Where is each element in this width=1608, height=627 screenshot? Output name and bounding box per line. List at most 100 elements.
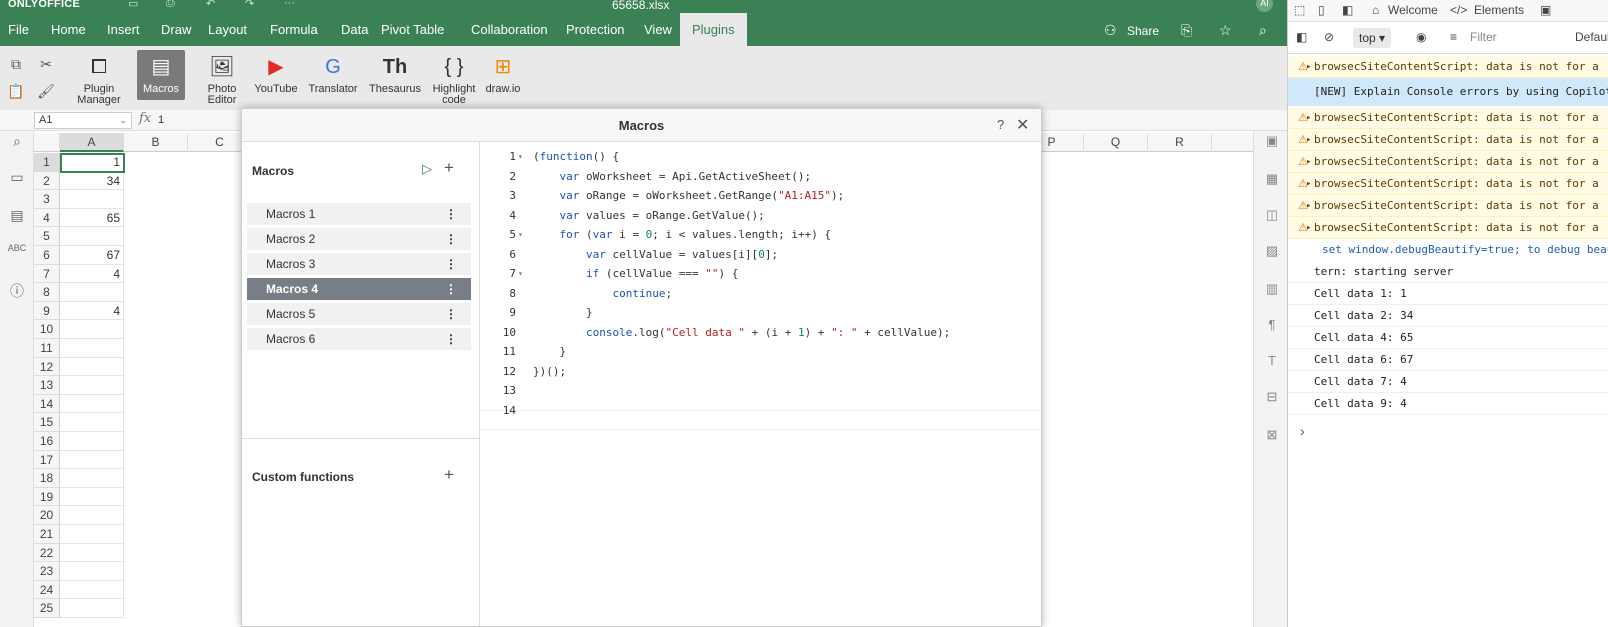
translator-button[interactable]: G Translator — [304, 50, 362, 95]
more-options-icon[interactable]: ⋮ — [445, 278, 457, 300]
cell-a2[interactable]: 34 — [60, 171, 124, 191]
macro-item[interactable]: Macros 6 ⋮ — [247, 328, 471, 350]
cell-a3[interactable] — [60, 190, 124, 209]
row-header[interactable]: 16 — [34, 432, 60, 451]
help-icon[interactable]: ? — [997, 117, 1004, 132]
row-header[interactable]: 22 — [34, 543, 60, 563]
cell-a6[interactable]: 67 — [60, 246, 124, 265]
tab-pivot-table[interactable]: Pivot Table — [381, 13, 444, 46]
more-options-icon[interactable]: ⋮ — [445, 228, 457, 250]
formula-input[interactable]: 1 — [158, 114, 164, 126]
console-log-message[interactable]: Cell data 1: 1 — [1288, 283, 1608, 305]
column-header-q[interactable]: Q — [1084, 133, 1148, 152]
log-levels-select[interactable]: Defaul — [1575, 30, 1608, 44]
console-tip-message[interactable]: set window.debugBeautify=true; to debug … — [1288, 239, 1608, 261]
row-header[interactable]: 25 — [34, 599, 60, 618]
tab-data[interactable]: Data — [341, 13, 368, 46]
format-painter-icon[interactable]: 🖌 — [37, 83, 55, 101]
code-line[interactable]: } — [533, 345, 566, 358]
code-editor[interactable]: 1 ▾ (function() {2 var oWorksheet = Api.Ge… — [481, 142, 1041, 626]
console-log-message[interactable]: Cell data 2: 34 — [1288, 305, 1608, 327]
console-warn-message[interactable]: ⚠ ▸ browsecSiteContentScript: data is not … — [1288, 217, 1608, 239]
tab-formula[interactable]: Formula — [270, 13, 318, 46]
cell-a23[interactable] — [60, 562, 124, 581]
row-header[interactable]: 20 — [34, 506, 60, 525]
drawio-button[interactable]: ⊞ draw.io — [484, 50, 522, 95]
console-warn-message[interactable]: ⚠ ▸ browsecSiteContentScript: data is not … — [1288, 173, 1608, 195]
more-options-icon[interactable]: ⋮ — [445, 303, 457, 325]
redo-icon[interactable]: ↷ — [245, 0, 254, 10]
save-icon[interactable]: ▭ — [128, 0, 138, 10]
context-select[interactable]: top ▾ — [1353, 28, 1392, 48]
tab-protection[interactable]: Protection — [566, 13, 625, 46]
text-art-settings-icon[interactable]: T — [1263, 353, 1281, 371]
row-header[interactable]: 18 — [34, 469, 60, 488]
row-header[interactable]: 8 — [34, 283, 60, 302]
add-macro-icon[interactable]: + — [444, 158, 454, 178]
expand-arrow-icon[interactable]: ▸ — [1306, 151, 1311, 172]
macro-item[interactable]: Macros 3 ⋮ — [247, 253, 471, 275]
console-log-message[interactable]: Cell data 4: 65 — [1288, 327, 1608, 349]
row-header[interactable]: 14 — [34, 394, 60, 414]
paragraph-settings-icon[interactable]: ¶ — [1263, 317, 1281, 335]
cell-a14[interactable] — [60, 394, 124, 414]
code-line[interactable]: var oWorksheet = Api.GetActiveSheet(); — [533, 170, 812, 183]
row-header[interactable]: 1 — [34, 153, 60, 172]
cell-a17[interactable] — [60, 450, 124, 470]
code-line[interactable]: if (cellValue === "") { — [533, 267, 738, 280]
code-line[interactable]: (function() { — [533, 150, 619, 163]
tab-elements[interactable]: Elements — [1474, 3, 1524, 17]
row-header[interactable]: 13 — [34, 376, 60, 395]
code-line[interactable]: })(); — [533, 365, 566, 378]
youtube-button[interactable]: ▶ YouTube — [248, 50, 304, 95]
expand-arrow-icon[interactable]: ▸ — [1306, 56, 1311, 77]
expand-arrow-icon[interactable]: ▸ — [1306, 195, 1311, 216]
cell-a11[interactable] — [60, 339, 124, 358]
cell-a21[interactable] — [60, 525, 124, 544]
close-icon[interactable]: ✕ — [1016, 115, 1029, 135]
select-all-corner[interactable] — [34, 133, 60, 152]
open-location-icon[interactable]: ⎘ — [1181, 22, 1192, 39]
chat-icon[interactable]: ▤ — [7, 207, 27, 227]
code-line[interactable]: } — [533, 306, 593, 319]
cell-a10[interactable] — [60, 320, 124, 339]
search-icon[interactable]: ⌕ — [7, 133, 27, 153]
tab-insert[interactable]: Insert — [107, 13, 140, 46]
code-line[interactable]: var values = oRange.GetValue(); — [533, 209, 765, 222]
more-icon[interactable]: ··· — [284, 0, 295, 9]
tab-plugins[interactable]: Plugins — [680, 13, 747, 46]
undo-icon[interactable]: ↶ — [206, 0, 215, 10]
favorite-icon[interactable]: ☆ — [1219, 22, 1232, 39]
more-options-icon[interactable]: ⋮ — [445, 328, 457, 350]
share-button[interactable]: Share — [1127, 24, 1159, 38]
search-icon[interactable]: ⌕ — [1259, 22, 1267, 39]
row-header[interactable]: 10 — [34, 320, 60, 339]
filter-input[interactable]: Filter — [1470, 30, 1497, 44]
console-log-message[interactable]: Cell data 6: 67 — [1288, 349, 1608, 371]
macro-item[interactable]: Macros 2 ⋮ — [247, 228, 471, 250]
cell-a4[interactable]: 65 — [60, 208, 124, 228]
cell-a7[interactable]: 4 — [60, 264, 124, 284]
fold-toggle-icon[interactable]: ▾ — [518, 152, 523, 161]
code-line[interactable]: for (var i = 0; i < values.length; i++) … — [533, 228, 832, 241]
name-box[interactable]: A1 ⌄ — [34, 112, 132, 129]
cell-a16[interactable] — [60, 432, 124, 451]
cell-settings-icon[interactable]: ▣ — [1263, 133, 1281, 151]
plugin-manager-button[interactable]: ⧠ Plugin Manager — [71, 50, 127, 106]
row-header[interactable]: 21 — [34, 525, 60, 544]
row-header[interactable]: 19 — [34, 487, 60, 507]
cell-a22[interactable] — [60, 543, 124, 563]
row-header[interactable]: 12 — [34, 357, 60, 377]
print-icon[interactable]: ⎙ — [166, 0, 175, 10]
row-header[interactable]: 7 — [34, 264, 60, 284]
row-header[interactable]: 9 — [34, 301, 60, 321]
row-header[interactable]: 6 — [34, 246, 60, 265]
tab-file[interactable]: File — [8, 13, 29, 46]
column-header-b[interactable]: B — [124, 133, 188, 152]
code-line[interactable]: var cellValue = values[i][0]; — [533, 248, 778, 261]
console-prompt[interactable]: › — [1300, 423, 1305, 439]
console-log-message[interactable]: tern: starting server — [1288, 261, 1608, 283]
row-header[interactable]: 11 — [34, 339, 60, 358]
cell-a15[interactable] — [60, 413, 124, 432]
eye-icon[interactable]: ◉ — [1416, 30, 1426, 44]
